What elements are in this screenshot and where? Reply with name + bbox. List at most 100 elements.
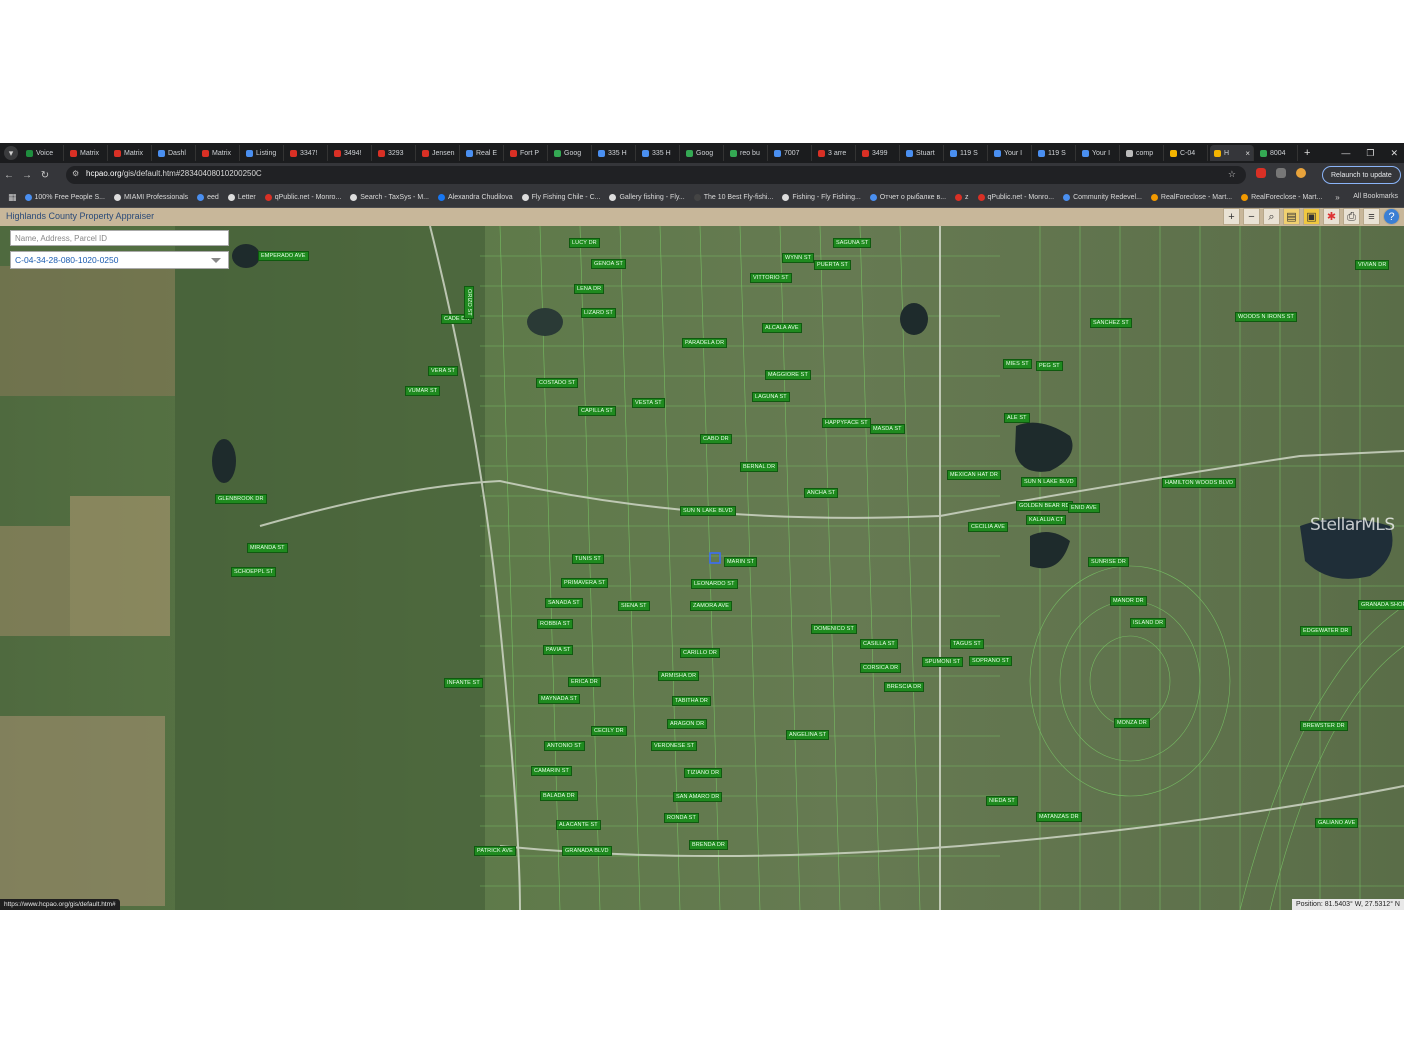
identify-icon[interactable]: ✱ — [1323, 208, 1340, 225]
bookmark-item[interactable]: Search - TaxSys - M... — [350, 193, 429, 201]
browser-tab[interactable]: Jensen — [418, 145, 460, 161]
bookmark-item[interactable]: Alexandra Chudilova — [438, 193, 513, 201]
street-label: BRENDA DR — [689, 840, 728, 850]
layers-icon[interactable]: ▤ — [1283, 208, 1300, 225]
browser-tab[interactable]: 119 S — [1034, 145, 1076, 161]
browser-tab[interactable]: Listing — [242, 145, 284, 161]
browser-tab[interactable]: reo bu — [726, 145, 768, 161]
address-bar[interactable]: ⚙ hcpao.org/gis/default.htm#283404080102… — [66, 166, 1246, 184]
site-info-icon[interactable]: ⚙ — [72, 169, 79, 178]
browser-tab[interactable]: Stuart — [902, 145, 944, 161]
extension-icon[interactable] — [1256, 168, 1266, 178]
browser-window: ▾ Voice Matrix Matrix Dashl Matrix Listing 334… — [0, 143, 1404, 910]
print-icon[interactable]: ⎙ — [1343, 208, 1360, 225]
bookmark-favicon-icon — [609, 193, 617, 201]
zoom-in-icon[interactable]: + — [1223, 208, 1240, 225]
zoom-box-icon[interactable]: ⌕ — [1263, 208, 1280, 225]
apps-grid-icon[interactable]: ▦ — [8, 192, 17, 203]
back-icon[interactable]: ← — [0, 170, 18, 181]
favicon-icon — [1214, 149, 1221, 157]
position-readout: Position: 81.5403° W, 27.5312° N — [1291, 899, 1404, 910]
browser-tab[interactable]: 3347! — [286, 145, 328, 161]
browser-tab[interactable]: Your I — [990, 145, 1032, 161]
bookmark-item[interactable]: qPublic.net - Monro... — [264, 193, 341, 201]
parcel-select[interactable]: C-04-34-28-080-1020-0250 — [10, 251, 229, 269]
tab-search-button[interactable]: ▾ — [4, 146, 18, 160]
browser-tab[interactable]: 3 arre — [814, 145, 856, 161]
restore-icon[interactable]: ❐ — [1366, 148, 1374, 159]
tab-label: 3494! — [344, 149, 362, 157]
tab-close-icon[interactable]: × — [1245, 149, 1250, 158]
street-label: BRESCIA DR — [884, 682, 925, 692]
browser-tab[interactable]: C-04 — [1166, 145, 1208, 161]
zoom-out-icon[interactable]: − — [1243, 208, 1260, 225]
bookmark-item[interactable]: Community Redevel... — [1063, 193, 1142, 201]
bookmark-item[interactable]: eed — [197, 193, 219, 201]
browser-tab[interactable]: 335 H — [594, 145, 636, 161]
bookmark-item[interactable]: Fishing - Fly Fishing... — [782, 193, 861, 201]
all-bookmarks-folder[interactable]: All Bookmarks — [1353, 193, 1398, 200]
browser-tab[interactable]: 7007 — [770, 145, 812, 161]
browser-tab[interactable]: 335 H — [638, 145, 680, 161]
new-tab-button[interactable]: + — [1304, 147, 1310, 159]
browser-tab[interactable]: 3293 — [374, 145, 416, 161]
chevron-down-icon[interactable] — [211, 258, 221, 263]
browser-tab[interactable]: Real E — [462, 145, 504, 161]
help-icon[interactable]: ? — [1383, 208, 1400, 225]
profile-avatar-icon[interactable] — [1296, 168, 1306, 178]
bookmark-item[interactable]: RealForeclose - Mart... — [1150, 193, 1232, 201]
browser-tab[interactable]: 3499 — [858, 145, 900, 161]
favicon-icon — [378, 149, 385, 157]
relaunch-button[interactable]: Relaunch to update — [1322, 166, 1401, 184]
extension-puzzle-icon[interactable] — [1276, 168, 1286, 178]
browser-tab[interactable]: Matrix — [198, 145, 240, 161]
bookmark-item[interactable]: 100% Free People S... — [24, 193, 105, 201]
bookmark-item[interactable]: MIAMI Professionals — [113, 193, 188, 201]
forward-icon[interactable]: → — [18, 170, 36, 181]
bookmark-favicon-icon — [197, 193, 205, 201]
browser-tab[interactable]: comp — [1122, 145, 1164, 161]
bookmark-item[interactable]: RealForeclose - Mart... — [1241, 193, 1322, 201]
minimize-icon[interactable]: — — [1341, 148, 1350, 158]
bookmark-item[interactable]: qPublic.net - Monro... — [977, 193, 1054, 201]
bookmark-item[interactable]: The 10 Best Fly-fishi... — [693, 193, 774, 201]
browser-tab[interactable]: 119 S — [946, 145, 988, 161]
browser-tab[interactable]: Goog — [550, 145, 592, 161]
selected-parcel-outline[interactable] — [709, 552, 721, 564]
bookmark-favicon-icon — [1063, 193, 1071, 201]
browser-tab[interactable]: 3494! — [330, 145, 372, 161]
browser-tab[interactable]: 8004 — [1256, 145, 1298, 161]
browser-tab[interactable]: Matrix — [110, 145, 152, 161]
bookmark-item[interactable]: Отчет о рыбалке в... — [869, 193, 946, 201]
bookmark-item[interactable]: Fly Fishing Chile - C... — [521, 193, 600, 201]
tab-active[interactable]: H × — [1210, 145, 1254, 161]
tab-label: Listing — [256, 149, 277, 157]
bookmark-favicon-icon — [227, 193, 235, 201]
bookmark-item[interactable]: Letter — [227, 193, 256, 201]
menu-icon[interactable]: ≡ — [1363, 208, 1380, 225]
street-label: SAGUNA ST — [833, 238, 872, 248]
street-label: LENA DR — [574, 284, 605, 294]
bookmark-item[interactable]: z — [955, 193, 969, 201]
street-label: CECILIA AVE — [968, 522, 1009, 532]
bookmark-star-icon[interactable]: ☆ — [1228, 169, 1236, 180]
search-input[interactable] — [10, 230, 229, 246]
street-label: SUNRISE DR — [1088, 557, 1129, 567]
browser-tab[interactable]: Goog — [682, 145, 724, 161]
browser-tab[interactable]: Dashl — [154, 145, 196, 161]
street-label: CORSICA DR — [860, 663, 902, 673]
bookmark-label: Fishing - Fly Fishing... — [792, 193, 861, 201]
browser-tab[interactable]: Your I — [1078, 145, 1120, 161]
browser-tab[interactable]: Matrix — [66, 145, 108, 161]
close-icon[interactable]: ✕ — [1390, 148, 1398, 159]
lake — [527, 308, 563, 336]
browser-tab[interactable]: Voice — [22, 145, 64, 161]
map-view[interactable]: EMPERADO AVE LUCY DR GENOA ST LENA DR LIZARD… — [0, 226, 1404, 910]
bookmark-item[interactable]: Gallery fishing - Fly... — [609, 193, 685, 201]
reload-icon[interactable]: ↻ — [36, 170, 54, 181]
more-bookmarks-icon[interactable]: » — [1335, 193, 1339, 202]
bookmark-label: The 10 Best Fly-fishi... — [703, 193, 774, 201]
select-icon[interactable]: ▣ — [1303, 208, 1320, 225]
browser-tab[interactable]: Fort P — [506, 145, 548, 161]
bookmark-list: 100% Free People S... MIAMI Professionals… — [24, 193, 1332, 201]
